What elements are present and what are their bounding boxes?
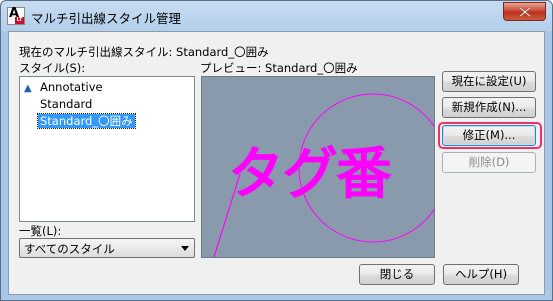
chevron-down-icon xyxy=(181,246,189,251)
set-current-button[interactable]: 現在に設定(U) xyxy=(442,71,536,92)
title-bar[interactable]: A LT マルチ引出線スタイル管理 xyxy=(1,1,552,31)
close-button[interactable]: 閉じる xyxy=(359,264,435,285)
window-title: マルチ引出線スタイル管理 xyxy=(31,11,182,26)
close-window-button[interactable] xyxy=(503,2,546,21)
current-style-label: 現在のマルチ引出線スタイル: Standard_〇囲み xyxy=(19,45,269,59)
annotative-icon: ▲ xyxy=(24,83,32,94)
help-button[interactable]: ヘルプ(H) xyxy=(443,264,519,285)
preview-sample-text: タグ番 xyxy=(228,142,392,207)
delete-button[interactable]: 削除(D) xyxy=(442,152,536,173)
filter-label: 一覧(L): xyxy=(19,224,62,238)
style-list[interactable]: ▲ Annotative Standard Standard_〇囲み xyxy=(19,76,195,222)
preview-label: プレビュー: Standard_〇囲み xyxy=(200,61,358,75)
list-item-annotative[interactable]: ▲ Annotative xyxy=(24,80,105,95)
filter-dropdown-value: すべてのスタイル xyxy=(24,242,115,256)
list-item-standard-circle[interactable]: Standard_〇囲み xyxy=(37,113,136,129)
multileader-style-manager-window: A LT マルチ引出線スタイル管理 現在のマルチ引出線スタイル: Standard… xyxy=(0,0,553,301)
close-icon xyxy=(519,7,531,17)
filter-dropdown[interactable]: すべてのスタイル xyxy=(19,238,195,258)
styles-label: スタイル(S): xyxy=(19,61,86,75)
list-item-standard[interactable]: Standard xyxy=(38,97,94,112)
new-style-button[interactable]: 新規作成(N)... xyxy=(442,97,536,118)
modify-button[interactable]: 修正(M)... xyxy=(442,125,536,146)
autocad-lt-icon: A LT xyxy=(7,6,25,25)
dialog-body: 現在のマルチ引出線スタイル: Standard_〇囲み スタイル(S): プレビ… xyxy=(8,31,545,295)
preview-pane: タグ番 xyxy=(201,76,435,258)
